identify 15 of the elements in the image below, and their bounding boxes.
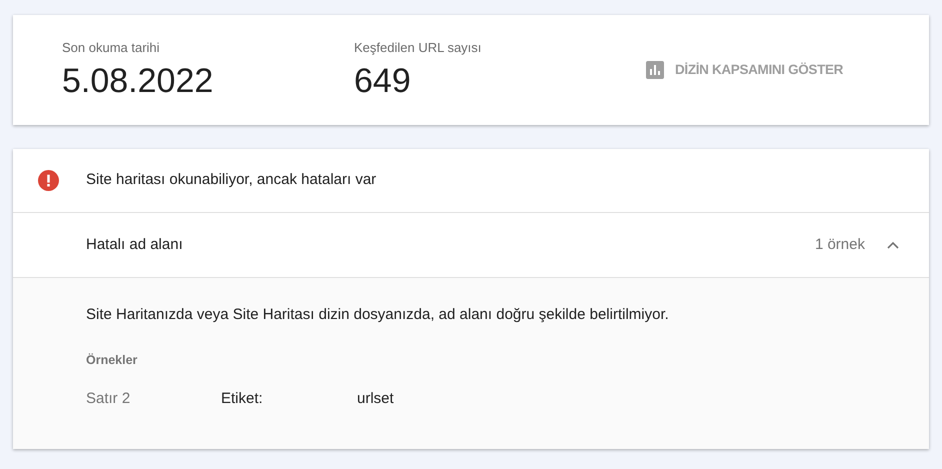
bar-chart-icon: [646, 61, 664, 79]
tag-label: Etiket:: [221, 389, 264, 410]
example-line: Satır 2: [86, 389, 132, 410]
examples-heading: Örnekler: [86, 352, 138, 368]
stat-value: 5.08.2022: [62, 60, 214, 102]
stat-label: Son okuma tarihi: [62, 39, 161, 58]
chevron-up-icon[interactable]: [887, 241, 899, 249]
tag-value: urlset: [357, 389, 394, 410]
stat-label: Keşfedilen URL sayısı: [354, 39, 482, 58]
issue-count: 1 örnek: [814, 234, 865, 255]
issue-description: Site Haritanızda veya Site Haritası dizin dosyanızda, ad alanı doğru şekilde belirtilmiyor.: [86, 305, 670, 325]
status-message: Site haritası okunabiliyor, ancak hataları var: [86, 170, 376, 190]
stat-value: 649: [354, 60, 412, 102]
error-icon: [38, 170, 59, 191]
issue-title: Hatalı ad alanı: [86, 234, 184, 255]
